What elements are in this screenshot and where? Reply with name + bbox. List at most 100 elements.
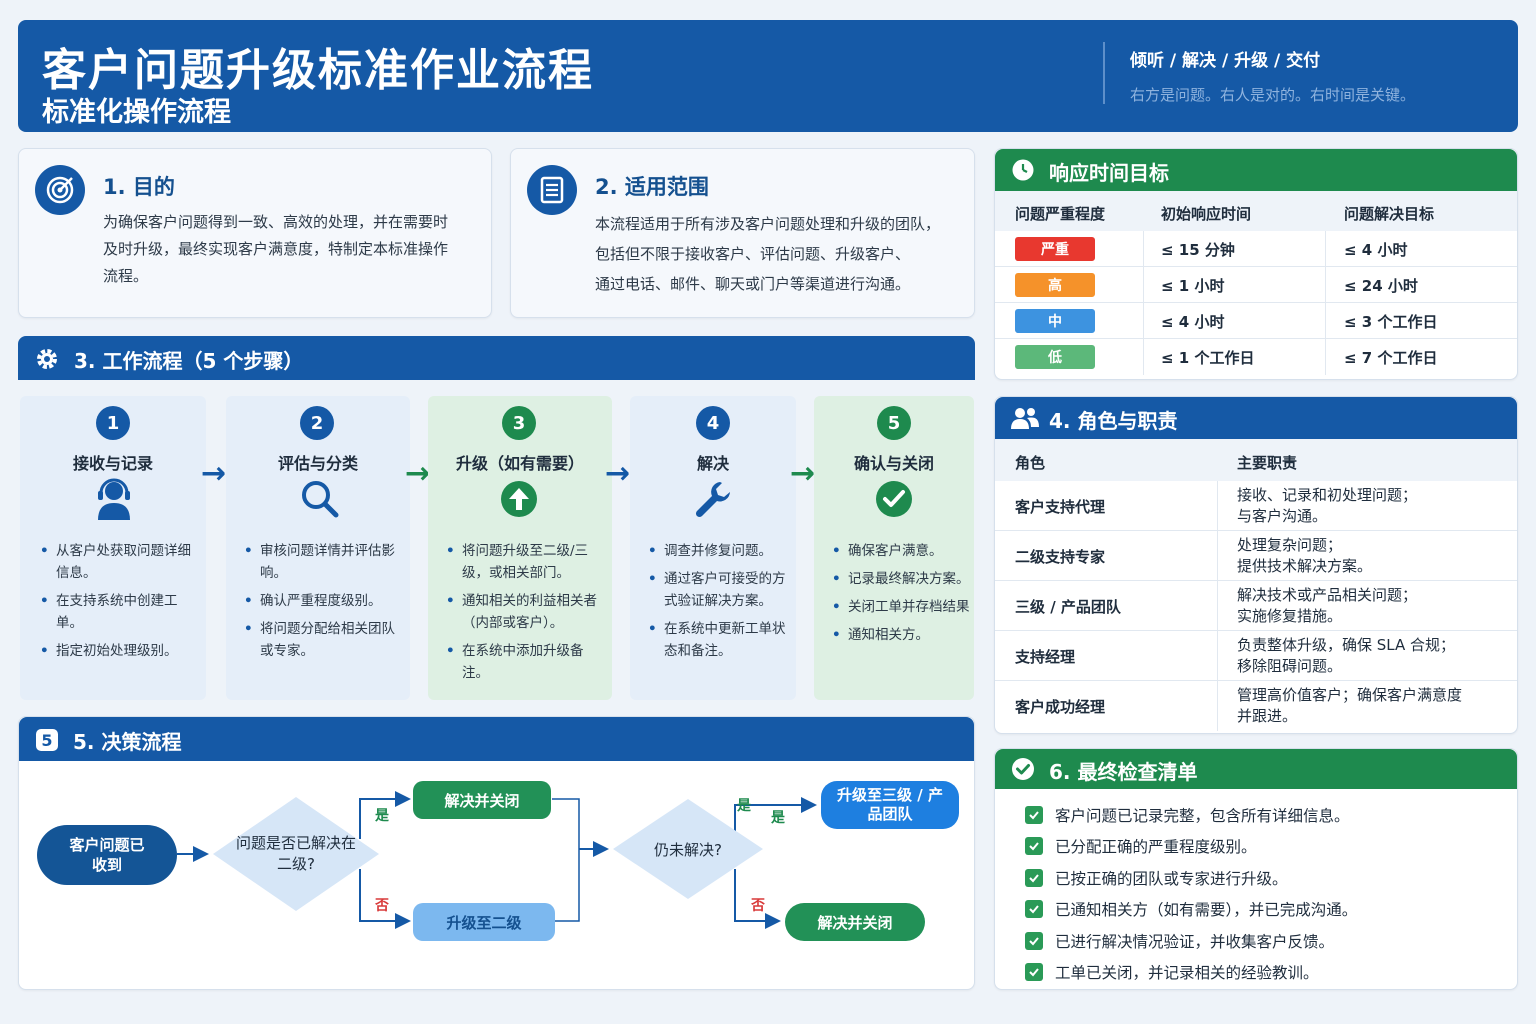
- purpose-card: 1. 目的 为确保客户问题得到一致、高效的处理，并在需要时 及时升级，最终实现客…: [18, 148, 492, 318]
- step-item: 调查并修复问题。: [648, 540, 792, 562]
- step-items: 确保客户满意。 记录最终解决方案。 关闭工单并存档结果 通知相关方。: [832, 540, 972, 652]
- scope-line: 包括但不限于接收客户、评估问题、升级客户、: [595, 245, 911, 263]
- step-item: 在系统中更新工单状态和备注。: [648, 618, 792, 662]
- roles-row: 三级 / 产品团队 解决技术或产品相关问题； 实施修复措施。: [995, 581, 1517, 631]
- step-number: 3: [502, 406, 536, 440]
- response-table-head: 问题严重程度 初始响应时间 问题解决目标: [995, 191, 1517, 231]
- workflow-title: 3. 工作流程（5 个步骤）: [74, 349, 304, 373]
- step-item: 从客户处获取问题详细信息。: [40, 540, 200, 584]
- step-item: 通知相关的利益相关者（内部或客户）。: [446, 590, 606, 634]
- arrow-right-icon: →: [405, 456, 431, 491]
- check-circle-icon: [875, 480, 913, 522]
- severity-badge-low: 低: [1015, 345, 1095, 369]
- svg-text:5: 5: [41, 731, 52, 750]
- initial-response: ≤ 15 分钟: [1161, 241, 1235, 259]
- scope-title: 2. 适用范围: [595, 175, 709, 199]
- arrow-right-icon: →: [201, 456, 227, 491]
- duty-line: 管理高价值客户；确保客户满意度: [1237, 686, 1463, 704]
- step-items: 审核问题详情并评估影响。 确认严重程度级别。 将问题分配给相关团队或专家。: [244, 540, 402, 668]
- checklist-item[interactable]: 已分配正确的严重程度级别。: [1025, 831, 1505, 863]
- role-duty: 解决技术或产品相关问题； 实施修复措施。: [1237, 585, 1417, 627]
- step-item: 指定初始处理级别。: [40, 640, 200, 662]
- checklist-item[interactable]: 工单已关闭，并记录相关的经验教训。: [1025, 957, 1505, 989]
- column-header: 问题严重程度: [1015, 205, 1106, 223]
- column-divider: [1325, 231, 1326, 375]
- branch-label-yes: 是: [375, 808, 389, 824]
- duty-line: 实施修复措施。: [1237, 607, 1343, 625]
- role-name: 支持经理: [1015, 648, 1076, 666]
- initial-response: ≤ 1 小时: [1161, 277, 1225, 295]
- step-item: 通过客户可接受的方式验证解决方案。: [648, 568, 792, 612]
- workflow-step-2: 2 评估与分类 审核问题详情并评估影响。 确认严重程度级别。 将问题分配给相关团…: [226, 396, 410, 700]
- decision-question: 仍未解决?: [654, 840, 722, 859]
- step-item: 在系统中添加升级备注。: [446, 640, 606, 684]
- checkbox-checked-icon[interactable]: [1025, 837, 1043, 856]
- step-item: 记录最终解决方案。: [832, 568, 972, 590]
- decision-header: 5 5. 决策流程: [19, 717, 974, 761]
- checklist-item[interactable]: 已进行解决情况验证，并收集客户反馈。: [1025, 925, 1505, 957]
- checklist-text: 已通知相关方（如有需要），并已完成沟通。: [1055, 901, 1358, 920]
- decision-diamond-q1: 问题是否已解决在二级?: [211, 795, 381, 917]
- duty-line: 移除阻碍问题。: [1237, 657, 1343, 675]
- decision-title: 5. 决策流程: [73, 730, 182, 754]
- workflow-step-1: 1 接收与记录 从客户处获取问题详细信息。 在支持系统中创建工单。 指定初始处理…: [20, 396, 206, 700]
- step-items: 从客户处获取问题详细信息。 在支持系统中创建工单。 指定初始处理级别。: [40, 540, 200, 668]
- checklist-item[interactable]: 客户问题已记录完整，包含所有详细信息。: [1025, 799, 1505, 831]
- checklist-text: 客户问题已记录完整，包含所有详细信息。: [1055, 806, 1350, 825]
- response-row: 低 ≤ 1 个工作日 ≤ 7 个工作日: [995, 339, 1517, 375]
- decision-card: 5 5. 决策流程 客户问题已收到 问题是否已解决在二级? 是 否 解决并关闭 …: [18, 716, 975, 990]
- duty-line: 接收、记录和初处理问题；: [1237, 486, 1418, 504]
- step-item: 确认严重程度级别。: [244, 590, 402, 612]
- checkbox-checked-icon[interactable]: [1025, 868, 1043, 887]
- step-name: 评估与分类: [277, 454, 358, 473]
- workflow-step-4: 4 解决 调查并修复问题。 通过客户可接受的方式验证解决方案。 在系统中更新工单…: [630, 396, 796, 700]
- step-item: 审核问题详情并评估影响。: [244, 540, 402, 584]
- checklist-text: 已进行解决情况验证，并收集客户反馈。: [1055, 932, 1335, 951]
- resolve-target: ≤ 3 个工作日: [1344, 313, 1438, 331]
- resolve-target: ≤ 7 个工作日: [1344, 349, 1438, 367]
- checklist-text: 工单已关闭，并记录相关的经验教训。: [1055, 964, 1319, 983]
- severity-badge-medium: 中: [1015, 309, 1095, 333]
- checkbox-checked-icon[interactable]: [1025, 900, 1043, 919]
- column-divider: [1217, 481, 1218, 731]
- role-duty: 管理高价值客户；确保客户满意度 并跟进。: [1237, 685, 1462, 727]
- roles-card: 4. 角色与职责 角色 主要职责 客户支持代理 接收、记录和初处理问题； 与客户沟…: [994, 396, 1518, 734]
- checklist-item[interactable]: 已通知相关方（如有需要），并已完成沟通。: [1025, 894, 1505, 926]
- step-name: 升级（如有需要）: [455, 454, 584, 473]
- node-resolve-close-2: 解决并关闭: [785, 903, 925, 941]
- purpose-body: 为确保客户问题得到一致、高效的处理，并在需要时 及时升级，最终实现客户满意度，特…: [103, 209, 483, 290]
- checkbox-checked-icon[interactable]: [1025, 931, 1043, 950]
- checklist-title: 6. 最终检查清单: [1049, 760, 1198, 784]
- severity-badge-critical: 严重: [1015, 237, 1095, 261]
- wrench-icon: [692, 478, 734, 524]
- role-name: 二级支持专家: [1015, 548, 1106, 566]
- header-banner: 客户问题升级标准作业流程 标准化操作流程 倾听 / 解决 / 升级 / 交付 右…: [18, 20, 1518, 132]
- checkbox-checked-icon[interactable]: [1025, 963, 1043, 982]
- response-header: 响应时间目标: [995, 149, 1517, 191]
- role-duty: 负责整体升级，确保 SLA 合规； 移除阻碍问题。: [1237, 635, 1455, 677]
- arrow-right-icon: →: [605, 456, 631, 491]
- role-name: 三级 / 产品团队: [1015, 598, 1121, 616]
- step-number: 2: [300, 406, 334, 440]
- initial-response: ≤ 4 小时: [1161, 313, 1225, 331]
- role-duty: 处理复杂问题； 提供技术解决方案。: [1237, 535, 1372, 577]
- step-item: 确保客户满意。: [832, 540, 972, 562]
- purpose-line: 及时升级，最终实现客户满意度，特制定本标准操作: [103, 240, 449, 258]
- column-header: 初始响应时间: [1161, 205, 1252, 223]
- checklist-header: 6. 最终检查清单: [995, 749, 1517, 789]
- role-name: 客户成功经理: [1015, 698, 1106, 716]
- node-escalate-tier2: 升级至二级: [413, 903, 555, 941]
- column-header: 主要职责: [1237, 454, 1298, 472]
- response-card: 响应时间目标 问题严重程度 初始响应时间 问题解决目标 严重 ≤ 15 分钟 ≤…: [994, 148, 1518, 380]
- checklist-item[interactable]: 已按正确的团队或专家进行升级。: [1025, 862, 1505, 894]
- branch-label-yes: 是: [771, 810, 785, 826]
- branch-label-no: 否: [751, 898, 765, 914]
- support-agent-icon: [94, 476, 134, 524]
- purpose-line: 为确保客户问题得到一致、高效的处理，并在需要时: [103, 213, 449, 231]
- checkbox-checked-icon[interactable]: [1025, 805, 1043, 824]
- step-item: 将问题升级至二级/三级，或相关部门。: [446, 540, 606, 584]
- page-title: 客户问题升级标准作业流程: [42, 45, 594, 96]
- node-escalate-tier3: 升级至三级 / 产品团队: [821, 781, 959, 829]
- step-name: 解决: [696, 454, 729, 473]
- resolve-target: ≤ 4 小时: [1344, 241, 1408, 259]
